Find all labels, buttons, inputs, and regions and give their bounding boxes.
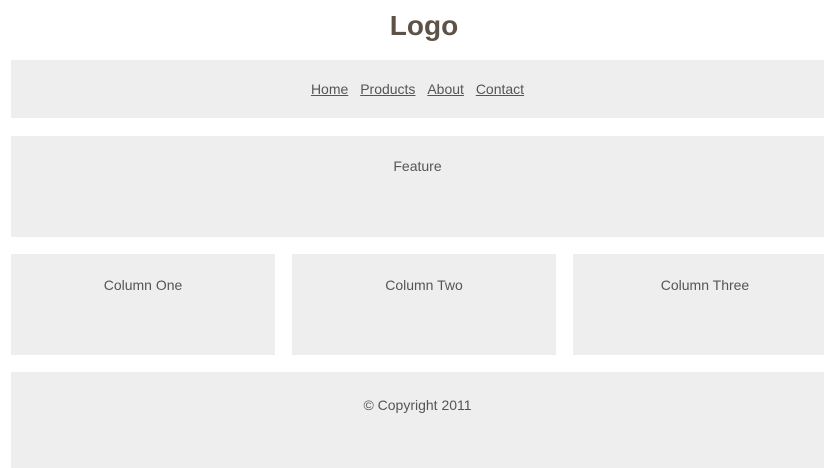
column-two-label: Column Two [385,277,463,293]
logo: Logo [389,10,459,41]
column-one-label: Column One [103,277,183,293]
column-one: Column One [11,254,275,355]
nav-link-home[interactable]: Home [311,81,348,97]
footer: © Copyright 2011 [11,372,824,468]
nav-link-contact[interactable]: Contact [476,81,524,97]
page: Logo Home Products About Contact Feature… [0,0,824,468]
feature-section: Feature [11,136,824,237]
nav-link-about[interactable]: About [427,81,464,97]
feature-label: Feature [393,158,442,174]
nav-bar: Home Products About Contact [11,60,824,118]
column-two: Column Two [292,254,556,355]
nav-link-products[interactable]: Products [360,81,415,97]
column-three-label: Column Three [660,277,750,293]
copyright-text: © Copyright 2011 [363,397,472,413]
column-three: Column Three [573,254,824,355]
